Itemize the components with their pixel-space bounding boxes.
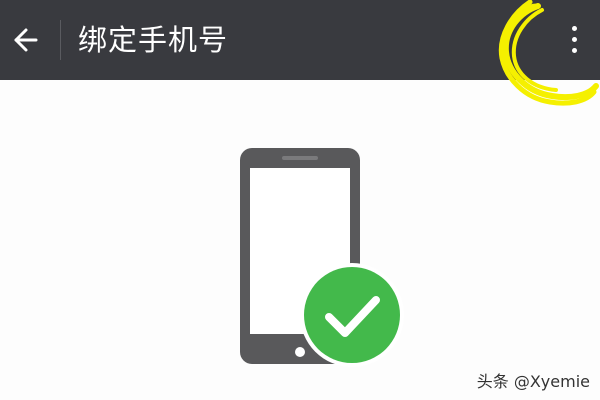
back-button[interactable] [0, 0, 50, 80]
check-circle-icon [300, 263, 404, 367]
more-vertical-icon-dot [571, 25, 577, 31]
app-bar: 绑定手机号 [0, 0, 600, 80]
watermark: 头条 @Xyemie [476, 372, 590, 391]
page-title: 绑定手机号 [78, 23, 229, 57]
bind-phone-screen: 绑定手机号 头条 @Xyemie [0, 0, 600, 400]
more-vertical-icon-dot [571, 47, 577, 53]
header-divider [60, 20, 61, 60]
bind-success-illustration [240, 148, 404, 367]
more-vertical-icon-dot [571, 36, 577, 42]
more-options-button[interactable] [550, 14, 598, 64]
arrow-left-icon [14, 28, 38, 52]
